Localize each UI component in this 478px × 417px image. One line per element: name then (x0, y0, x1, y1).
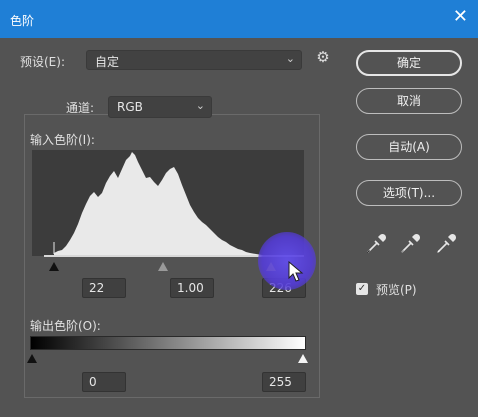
channel-label: 通道: (66, 101, 95, 115)
output-black-handle[interactable] (27, 354, 37, 363)
gear-icon[interactable]: ⚙ (312, 48, 334, 70)
output-white-field[interactable]: 255 (262, 372, 306, 392)
mouse-pointer-icon (288, 261, 304, 282)
input-gamma-field[interactable]: 1.00 (170, 278, 214, 298)
ok-button[interactable]: 确定 (356, 50, 462, 76)
options-button[interactable]: 选项(T)... (356, 180, 462, 206)
input-black-point-handle[interactable] (49, 262, 59, 271)
preset-select[interactable]: 自定 ⌄ (86, 50, 302, 70)
levels-dialog: 预设(E): 自定 ⌄ ⚙ 通道: RGB ⌄ 输入色阶(I): 22 1.00… (0, 38, 478, 417)
channel-select[interactable]: RGB ⌄ (108, 96, 212, 118)
preset-value: 自定 (95, 55, 120, 69)
histogram-graph (53, 152, 272, 256)
chevron-down-icon: ⌄ (285, 52, 295, 65)
title-bar: 色阶 ✕ (0, 0, 478, 38)
preview-label: 预览(P) (376, 283, 417, 297)
cancel-button[interactable]: 取消 (356, 88, 462, 114)
cursor-highlight (258, 232, 316, 290)
input-gamma-handle[interactable] (158, 262, 168, 271)
black-eyedropper-icon[interactable] (364, 232, 388, 256)
chevron-down-icon: ⌄ (195, 99, 205, 112)
histogram (32, 150, 304, 256)
output-gradient (30, 336, 306, 350)
close-icon[interactable]: ✕ (453, 8, 468, 26)
input-black-field[interactable]: 22 (82, 278, 126, 298)
output-white-handle[interactable] (298, 354, 308, 363)
preview-checkbox[interactable]: ✓ (356, 283, 368, 295)
white-eyedropper-icon[interactable] (434, 232, 458, 256)
output-black-field[interactable]: 0 (82, 372, 126, 392)
preset-label: 预设(E): (20, 55, 65, 69)
window-title: 色阶 (10, 14, 35, 28)
channel-value: RGB (117, 100, 143, 114)
output-levels-label: 输出色阶(O): (30, 319, 101, 333)
gray-eyedropper-icon[interactable] (398, 232, 422, 256)
auto-button[interactable]: 自动(A) (356, 134, 462, 160)
input-levels-label: 输入色阶(I): (30, 133, 95, 147)
